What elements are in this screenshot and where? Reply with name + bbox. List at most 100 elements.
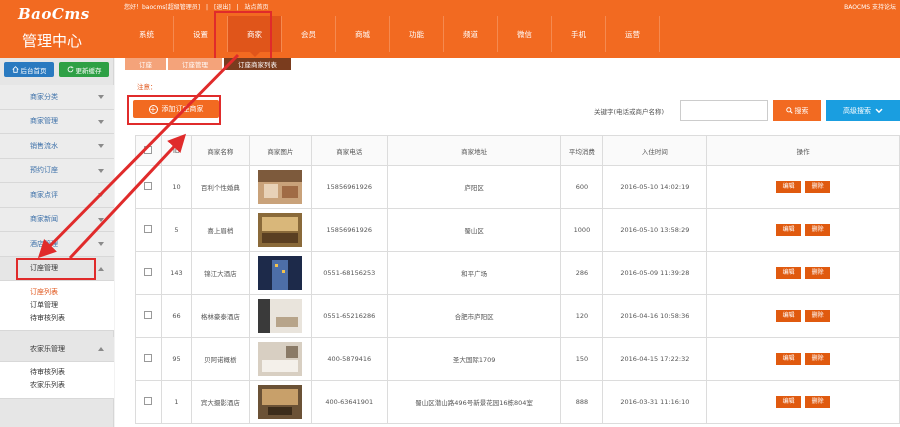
cell-id: 66	[160, 294, 192, 338]
row-checkbox[interactable]	[144, 182, 153, 190]
cell-id: 95	[160, 337, 192, 381]
nav-channel[interactable]: 频道	[444, 16, 498, 52]
cell-name: 格林豪泰酒店	[190, 294, 250, 338]
sidebar-item-sales-flow[interactable]: 销售流水	[0, 134, 114, 159]
select-all-cell[interactable]	[135, 135, 162, 166]
sidebar-item-seat-manage[interactable]: 订座管理	[0, 256, 114, 281]
cell-name: 锦江大酒店	[190, 251, 250, 295]
delete-button[interactable]: 删除	[805, 396, 831, 408]
edit-button[interactable]: 编辑	[776, 310, 802, 322]
update-cache-button[interactable]: 更新缓存	[59, 62, 109, 77]
sidebar-item-booking[interactable]: 预约订座	[0, 158, 114, 183]
delete-button[interactable]: 删除	[805, 310, 831, 322]
sidebar-item-farmhouse[interactable]: 农家乐管理	[0, 337, 114, 362]
nav-mobile[interactable]: 手机	[552, 16, 606, 52]
cell-avg: 150	[560, 337, 604, 381]
logout-link[interactable]: [退出]	[214, 4, 231, 11]
cell-phone: 15856961926	[310, 165, 388, 209]
edit-button[interactable]: 编辑	[776, 353, 802, 365]
greeting-text: 您好！baocms[超级管理员]	[124, 4, 201, 11]
cell-time: 2016-04-15 17:22:32	[602, 337, 708, 381]
sidebar-item-hotel[interactable]: 酒店管理	[0, 232, 114, 257]
sidebar-item-merchant-manage[interactable]: 商家管理	[0, 109, 114, 134]
update-cache-label: 更新缓存	[75, 66, 102, 75]
cell-id: 5	[160, 208, 192, 252]
top-separator: |	[236, 4, 239, 11]
merchant-photo	[258, 342, 303, 376]
cell-name: 百利个性婚典	[190, 165, 250, 209]
column-header: 商家名称	[190, 135, 250, 166]
column-header: 商家电话	[310, 135, 388, 166]
chevron-up-icon	[98, 347, 104, 351]
sidebar-item-label: 酒店管理	[30, 239, 58, 248]
table-row: 66 格林豪泰酒店 0551-65216286 合肥市庐阳区 120 2016-…	[135, 294, 900, 338]
submenu-farm-pending[interactable]: 待审核列表	[30, 366, 114, 379]
add-merchant-button[interactable]: + 添加订座商家	[133, 100, 219, 118]
seat-submenu: 订座列表 订单管理 待审核列表	[0, 281, 114, 331]
nav-mall[interactable]: 商城	[336, 16, 390, 52]
keyword-input[interactable]	[680, 100, 768, 121]
column-header: 商家地址	[386, 135, 562, 166]
sidebar-item-label: 预约订座	[30, 166, 58, 175]
breadcrumb-item[interactable]: 订座	[125, 58, 166, 70]
search-button[interactable]: 搜索	[773, 100, 821, 121]
cell-avg: 1000	[560, 208, 604, 252]
chevron-down-icon	[98, 144, 104, 148]
breadcrumb-item[interactable]: 订座管理	[168, 58, 222, 70]
sidebar-item-label: 商家分类	[30, 92, 58, 101]
nav-system[interactable]: 系统	[120, 16, 174, 52]
nav-merchant[interactable]: 商家	[228, 16, 282, 57]
row-checkbox[interactable]	[144, 397, 153, 405]
submenu-pending-review[interactable]: 待审核列表	[30, 311, 114, 324]
search-icon	[785, 107, 793, 114]
cell-avg: 120	[560, 294, 604, 338]
cell-address: 合肥市庐阳区	[386, 294, 562, 338]
sidebar-item-label: 农家乐管理	[30, 344, 65, 353]
sidebar-item-merchant-category[interactable]: 商家分类	[0, 85, 114, 110]
submenu-seat-list[interactable]: 订座列表	[30, 285, 114, 298]
row-checkbox[interactable]	[144, 311, 153, 319]
sidebar-item-reviews[interactable]: 商家点评	[0, 183, 114, 208]
cell-avg: 600	[560, 165, 604, 209]
edit-button[interactable]: 编辑	[776, 396, 802, 408]
edit-button[interactable]: 编辑	[776, 267, 802, 279]
delete-button[interactable]: 删除	[805, 224, 831, 236]
delete-button[interactable]: 删除	[805, 353, 831, 365]
nav-settings[interactable]: 设置	[174, 16, 228, 52]
cell-name: 喜上眉梢	[190, 208, 250, 252]
edit-button[interactable]: 编辑	[776, 224, 802, 236]
farmhouse-submenu: 待审核列表 农家乐列表	[0, 361, 114, 399]
submenu-order-manage[interactable]: 订单管理	[30, 298, 114, 311]
delete-button[interactable]: 删除	[805, 181, 831, 193]
chevron-up-icon	[98, 266, 104, 271]
merchant-photo	[258, 299, 303, 333]
sidebar-item-label: 商家新闻	[30, 215, 58, 224]
nav-function[interactable]: 功能	[390, 16, 444, 52]
admin-home-button[interactable]: 后台首页	[4, 62, 54, 77]
nav-member[interactable]: 会员	[282, 16, 336, 52]
cell-avg: 286	[560, 251, 604, 295]
row-checkbox[interactable]	[144, 354, 153, 362]
delete-button[interactable]: 删除	[805, 267, 831, 279]
select-all-checkbox[interactable]	[144, 145, 153, 154]
advanced-search-button[interactable]: 高级搜索	[826, 100, 900, 121]
merchant-photo	[258, 256, 303, 290]
top-bar: BaoCms 管理中心 您好！baocms[超级管理员] | [退出] | 站点…	[0, 0, 900, 58]
advanced-search-label: 高级搜索	[843, 106, 871, 115]
submenu-farm-list[interactable]: 农家乐列表	[30, 379, 114, 392]
row-checkbox[interactable]	[144, 268, 153, 276]
nav-operation[interactable]: 运营	[606, 16, 660, 52]
edit-button[interactable]: 编辑	[776, 181, 802, 193]
nav-wechat[interactable]: 微信	[498, 16, 552, 52]
site-home-link[interactable]: 站点首页	[245, 4, 269, 11]
search-label: 搜索	[794, 106, 809, 115]
row-checkbox[interactable]	[144, 225, 153, 233]
sidebar-item-news[interactable]: 商家新闻	[0, 207, 114, 232]
column-header: 平均消费	[560, 135, 604, 166]
merchant-table: ID 商家名称 商家图片 商家电话 商家地址 平均消费 入住时间 操作 10 百…	[135, 135, 900, 424]
column-header: 入住时间	[602, 135, 708, 166]
plus-icon: +	[148, 104, 158, 114]
support-forum-link[interactable]: BAOCMS 支持论坛	[844, 2, 896, 11]
cell-time: 2016-05-10 13:58:29	[602, 208, 708, 252]
cell-address: 庐阳区	[386, 165, 562, 209]
